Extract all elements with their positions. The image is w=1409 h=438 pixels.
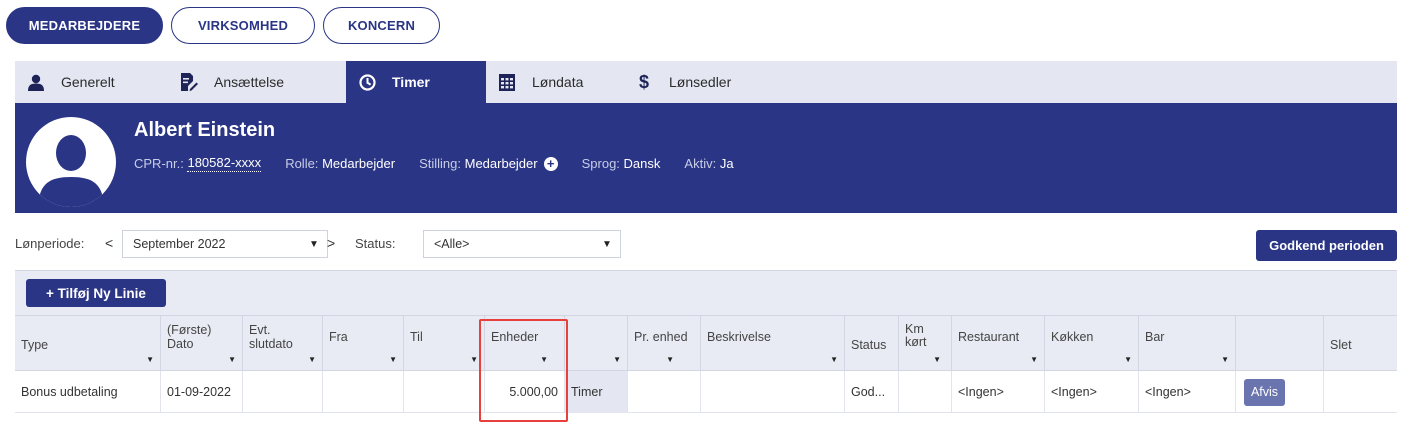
column-header-to[interactable]: Til ▼	[404, 316, 485, 371]
status-select[interactable]: <Alle> ▼	[423, 230, 621, 258]
column-header-description[interactable]: Beskrivelse ▼	[701, 316, 845, 371]
role-value: Medarbejder	[322, 156, 396, 171]
cell-from[interactable]	[323, 371, 404, 413]
filter-icon[interactable]: ▼	[146, 353, 154, 367]
cell-to[interactable]	[404, 371, 485, 413]
cell-description[interactable]	[701, 371, 845, 413]
cell-actions: Afvis	[1236, 371, 1324, 413]
column-header-unit-type[interactable]: ▼	[565, 316, 628, 371]
filter-icon[interactable]: ▼	[1030, 353, 1038, 367]
cell-date[interactable]: 01-09-2022	[161, 371, 243, 413]
add-position-icon[interactable]: +	[543, 156, 558, 171]
employee-details: CPR-nr.: 180582-xxxx Rolle: Medarbejder …	[134, 155, 734, 172]
column-header-kitchen[interactable]: Køkken ▼	[1045, 316, 1139, 371]
user-icon	[25, 72, 47, 92]
status-label: Status:	[355, 236, 396, 251]
approve-period-button[interactable]: Godkend perioden	[1256, 230, 1397, 261]
cell-status[interactable]: God...	[845, 371, 899, 413]
column-header-per-unit[interactable]: Pr. enhed ▼	[628, 316, 701, 371]
filter-icon[interactable]: ▼	[308, 353, 316, 367]
cell-kitchen[interactable]: <Ingen>	[1045, 371, 1139, 413]
filter-icon[interactable]: ▼	[933, 353, 941, 367]
cell-km[interactable]	[899, 371, 952, 413]
language-label: Sprog:	[581, 156, 620, 171]
filter-icon[interactable]: ▼	[830, 353, 838, 367]
tab-ansaettelse[interactable]: Ansættelse	[168, 61, 346, 103]
tab-timer[interactable]: Timer	[346, 61, 486, 103]
role-label: Rolle:	[285, 156, 319, 171]
column-header-delete: Slet	[1330, 338, 1352, 352]
filter-icon[interactable]: ▼	[1124, 353, 1132, 367]
tab-loensedler[interactable]: $ Lønsedler	[623, 61, 783, 103]
column-header-restaurant[interactable]: Restaurant ▼	[952, 316, 1045, 371]
column-header-date[interactable]: (Første) Dato ▼	[161, 316, 243, 371]
cell-restaurant[interactable]: <Ingen>	[952, 371, 1045, 413]
medarbejdere-button[interactable]: MEDARBEJDERE	[6, 7, 163, 44]
add-new-line-button[interactable]: + Tilføj Ny Linie	[26, 279, 166, 307]
time-entries-panel: + Tilføj Ny Linie Type ▼ (Første) Dato ▼ Ev…	[15, 270, 1397, 438]
cell-end-date[interactable]	[243, 371, 323, 413]
cell-per-unit[interactable]	[628, 371, 701, 413]
caret-down-icon: ▼	[602, 238, 612, 250]
filter-bar: Lønperiode: < September 2022 ▼ > Status:…	[15, 230, 1397, 261]
filter-icon[interactable]: ▼	[228, 353, 236, 367]
tab-label: Ansættelse	[214, 74, 285, 90]
time-entries-grid: Type ▼ (Første) Dato ▼ Evt. slutdato ▼ Fra ▼ T…	[15, 315, 1397, 438]
language-value: Dansk	[623, 156, 661, 171]
filter-icon[interactable]: ▼	[389, 353, 397, 367]
previous-period-button[interactable]: <	[105, 235, 113, 251]
table-row[interactable]: Bonus udbetaling 01-09-2022 5.000,00 Tim…	[15, 371, 1397, 413]
cell-unit-type[interactable]: Timer	[565, 371, 628, 413]
employee-header: Albert Einstein CPR-nr.: 180582-xxxx Rol…	[15, 103, 1397, 213]
tab-label: Generelt	[61, 74, 115, 90]
contract-edit-icon	[178, 72, 200, 92]
tab-generelt[interactable]: Generelt	[15, 61, 168, 103]
koncern-button[interactable]: KONCERN	[323, 7, 440, 44]
tab-label: Løndata	[532, 74, 584, 90]
reject-button[interactable]: Afvis	[1244, 378, 1285, 406]
cell-bar[interactable]: <Ingen>	[1139, 371, 1236, 413]
cell-type[interactable]: Bonus udbetaling	[15, 371, 161, 413]
active-value: Ja	[719, 156, 734, 171]
section-switcher: MEDARBEJDERE VIRKSOMHED KONCERN	[6, 7, 440, 44]
tab-loendata[interactable]: Løndata	[486, 61, 623, 103]
highlight-box	[479, 319, 568, 422]
cpr-value[interactable]: 180582-xxxx	[187, 155, 262, 172]
grid-header: Type ▼ (Første) Dato ▼ Evt. slutdato ▼ Fra ▼ T…	[15, 315, 1397, 371]
active-label: Aktiv:	[684, 156, 717, 171]
period-value: September 2022	[133, 237, 226, 251]
position-value: Medarbejder	[464, 156, 538, 171]
filter-icon[interactable]: ▼	[613, 353, 621, 367]
filter-icon[interactable]: ▼	[470, 353, 478, 367]
next-period-button[interactable]: >	[327, 235, 335, 251]
clock-icon	[356, 72, 378, 92]
tab-label: Lønsedler	[669, 74, 732, 90]
column-header-type[interactable]: Type ▼	[15, 316, 161, 371]
period-label: Lønperiode:	[15, 236, 85, 251]
person-silhouette-icon	[38, 135, 104, 207]
employee-tabs: Generelt Ansættelse Timer Løndata $ Løns…	[15, 61, 1397, 103]
column-header-actions	[1236, 316, 1324, 371]
period-select[interactable]: September 2022 ▼	[122, 230, 328, 258]
tab-label: Timer	[392, 74, 430, 90]
filter-icon[interactable]: ▼	[666, 353, 674, 367]
column-header-status[interactable]: Status	[845, 316, 899, 371]
employee-name: Albert Einstein	[134, 119, 276, 141]
filter-icon[interactable]: ▼	[1221, 353, 1229, 367]
avatar	[26, 117, 116, 207]
column-header-from[interactable]: Fra ▼	[323, 316, 404, 371]
position-label: Stilling:	[419, 156, 461, 171]
status-value: <Alle>	[434, 237, 470, 251]
caret-down-icon: ▼	[309, 238, 319, 250]
column-header-end-date[interactable]: Evt. slutdato ▼	[243, 316, 323, 371]
cell-delete[interactable]	[1324, 371, 1397, 413]
column-header-bar[interactable]: Bar ▼	[1139, 316, 1236, 371]
virksomhed-button[interactable]: VIRKSOMHED	[171, 7, 315, 44]
dollar-icon: $	[638, 71, 649, 92]
table-icon	[496, 72, 518, 92]
column-header-km[interactable]: Km kørt ▼	[899, 316, 952, 371]
cpr-label: CPR-nr.:	[134, 156, 184, 171]
